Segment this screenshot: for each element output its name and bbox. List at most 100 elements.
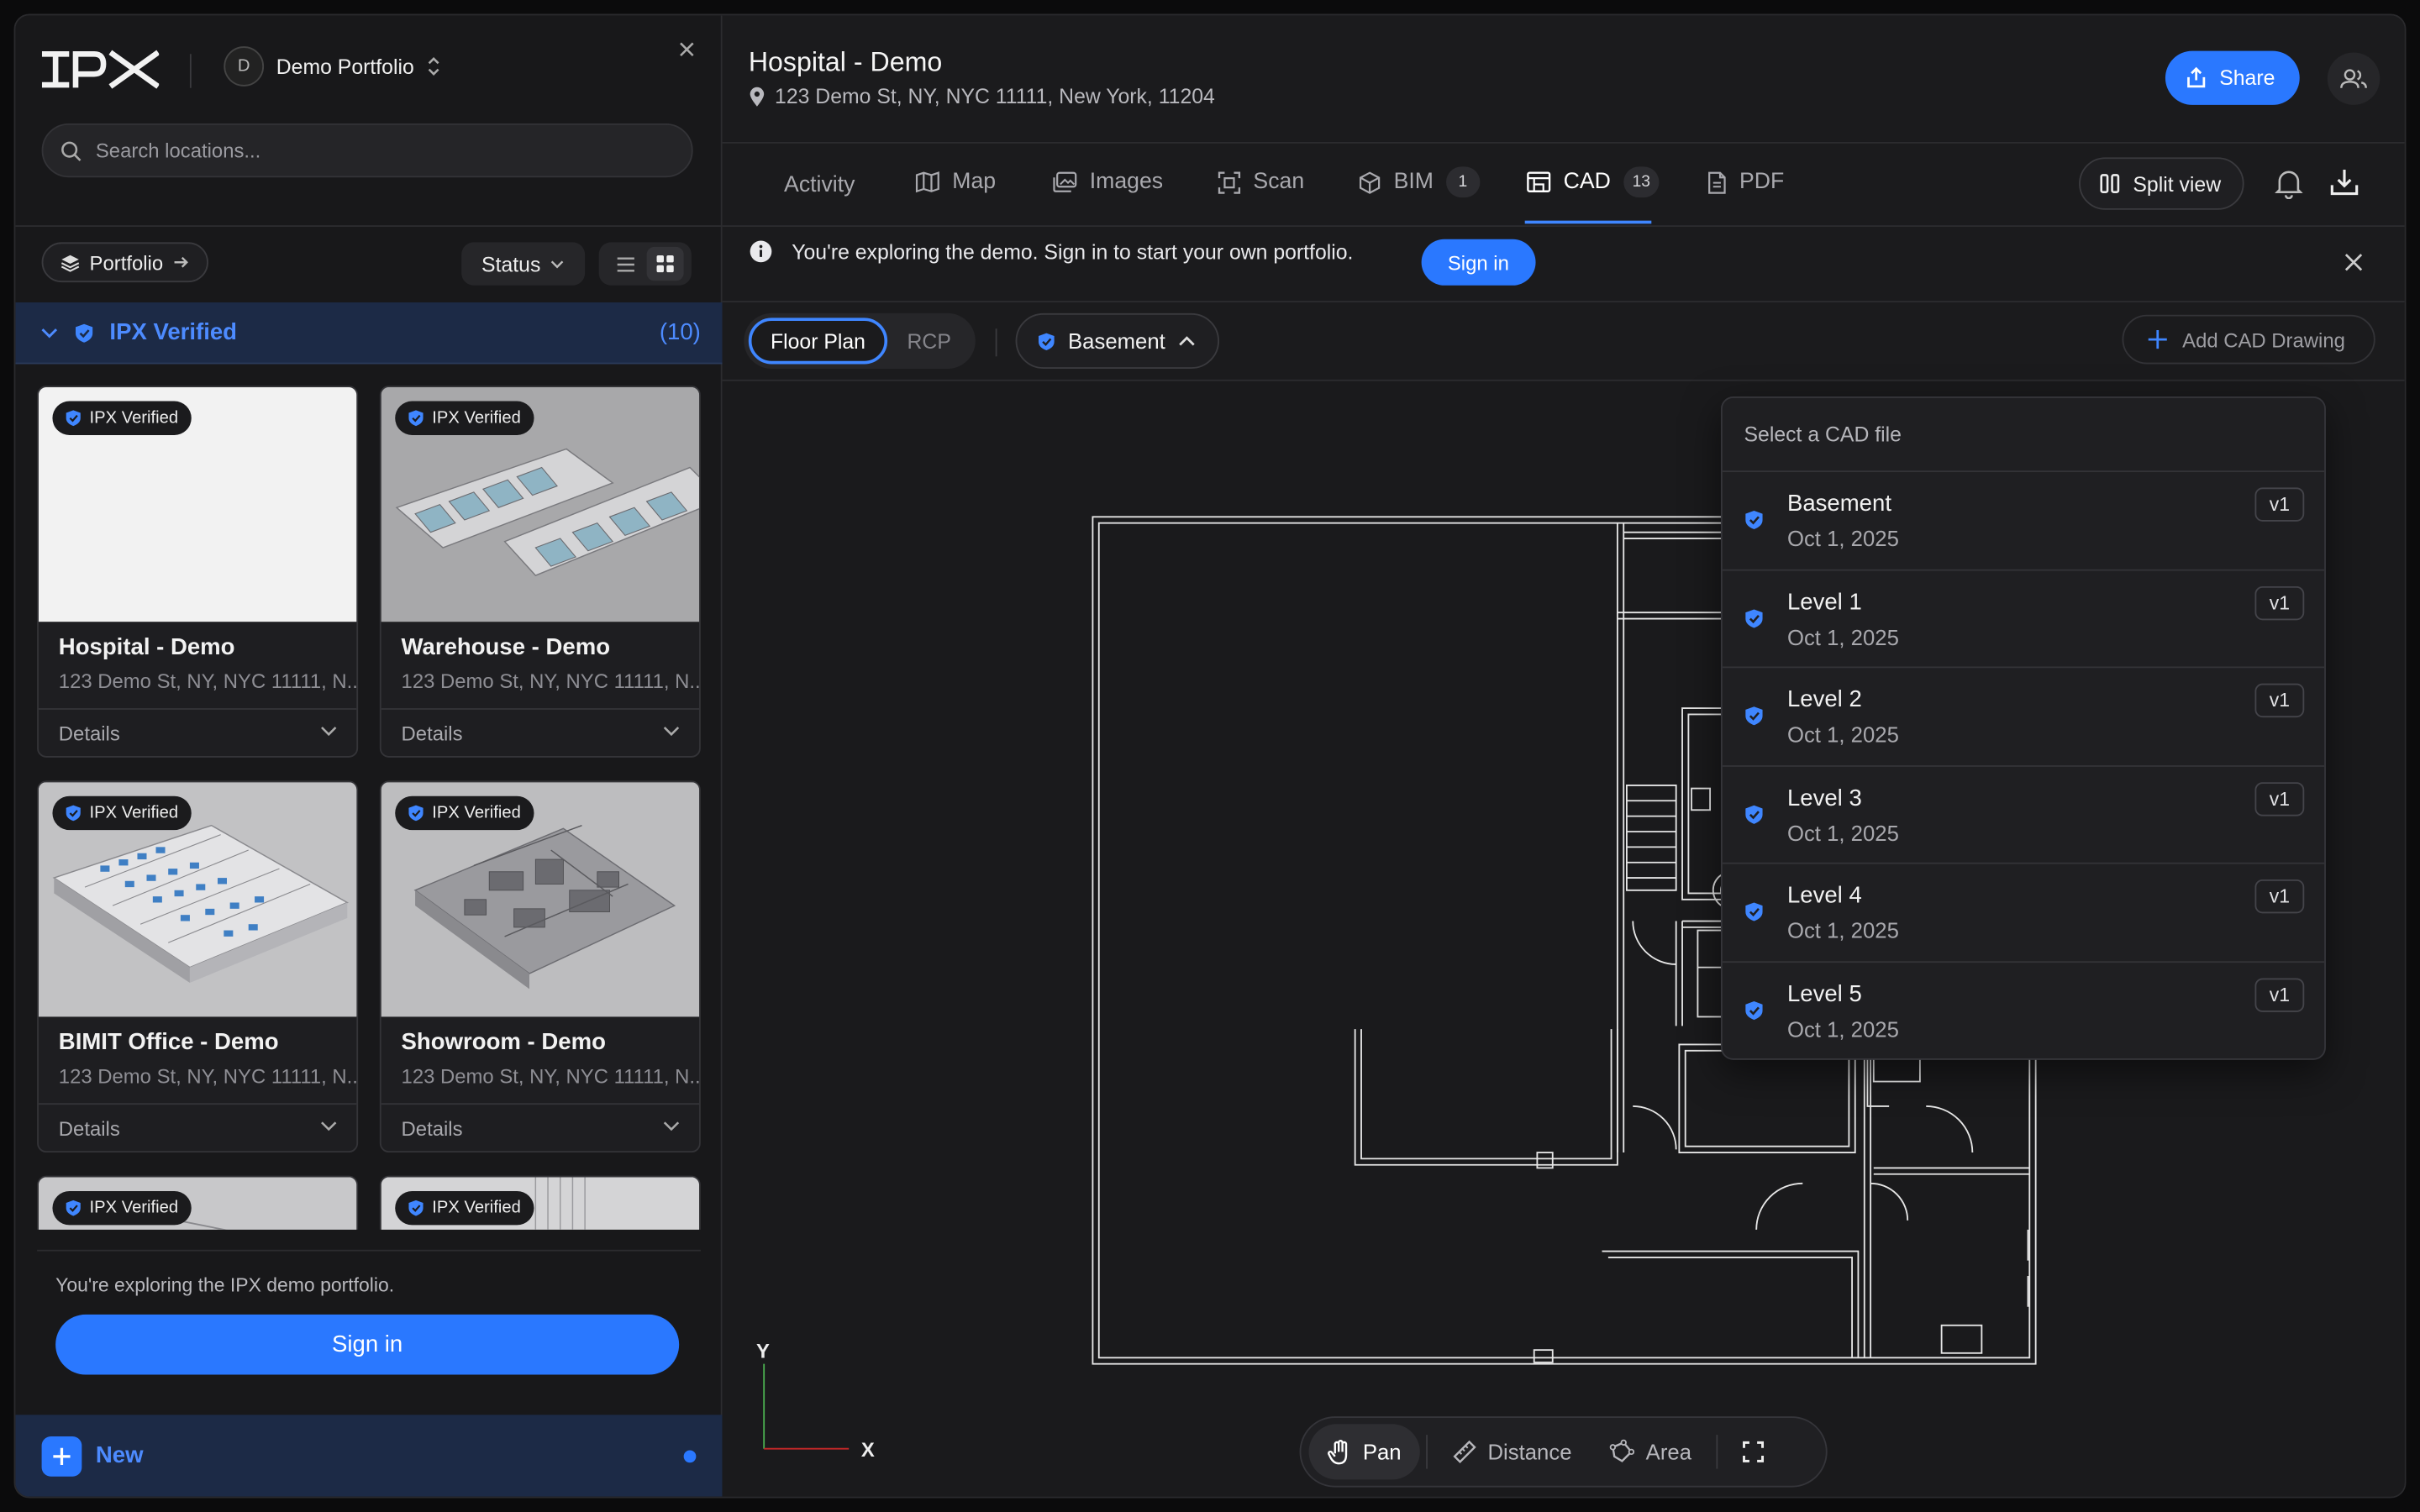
- fullscreen-button[interactable]: [1724, 1424, 1783, 1479]
- portfolio-button[interactable]: Portfolio: [41, 242, 208, 283]
- divider: [722, 225, 2405, 227]
- tab-activity[interactable]: Activity: [784, 170, 855, 201]
- tab-label: CAD: [1563, 170, 1611, 195]
- floor-plan-option[interactable]: Floor Plan: [748, 318, 888, 365]
- share-button[interactable]: Share: [2165, 50, 2300, 105]
- location-card[interactable]: IPX Verified: [379, 1175, 701, 1230]
- grid-view-button[interactable]: [646, 246, 684, 281]
- new-button[interactable]: New: [15, 1415, 723, 1497]
- collaborators-button[interactable]: [2327, 52, 2381, 105]
- cad-file-name: Level 3: [1786, 785, 1862, 811]
- split-view-button[interactable]: Split view: [2079, 157, 2244, 210]
- location-card-showroom[interactable]: IPX Verified Showroom - Demo 123 Demo St…: [379, 780, 701, 1153]
- divider: [722, 141, 2405, 144]
- cad-icon: [1527, 171, 1551, 193]
- dropdown-header: Select a CAD file: [1722, 398, 2325, 473]
- location-card-warehouse[interactable]: IPX Verified Warehouse - Demo 123 Demo S…: [379, 386, 701, 758]
- group-ipx-verified[interactable]: IPX Verified (10): [15, 302, 723, 365]
- portfolio-switcher[interactable]: D Demo Portfolio: [224, 46, 442, 87]
- cad-file-list: Basement Oct 1, 2025 v1 Level 1 Oct 1, 2025 v…: [1722, 472, 2325, 1058]
- ipx-logo[interactable]: [41, 50, 160, 90]
- rcp-option[interactable]: RCP: [887, 318, 971, 364]
- page-title: Hospital - Demo: [748, 46, 943, 77]
- tab-map[interactable]: Map: [915, 166, 996, 197]
- list-view-button[interactable]: [607, 247, 644, 281]
- verified-badge: IPX Verified: [52, 795, 192, 831]
- cad-file-item[interactable]: Basement Oct 1, 2025 v1: [1722, 472, 2325, 570]
- main-panel: Hospital - Demo 123 Demo St, NY, NYC 111…: [722, 15, 2405, 1497]
- hand-icon: [1328, 1439, 1352, 1465]
- add-cad-drawing-button[interactable]: Add CAD Drawing: [2122, 314, 2375, 365]
- badge-label: IPX Verified: [432, 803, 521, 822]
- app-window: D Demo Portfolio Portfolio Sta: [13, 13, 2407, 1499]
- cad-file-item[interactable]: Level 4 Oct 1, 2025 v1: [1722, 864, 2325, 963]
- layers-icon: [60, 252, 81, 272]
- search-input[interactable]: [95, 139, 652, 162]
- version-badge: v1: [2254, 684, 2305, 718]
- location-card[interactable]: IPX Verified: [37, 1175, 359, 1230]
- group-label: IPX Verified: [109, 319, 238, 346]
- close-icon[interactable]: [2343, 251, 2365, 273]
- location-card-hospital[interactable]: IPX Verified Hospital - Demo 123 Demo St…: [37, 386, 359, 758]
- cad-file-name: Level 1: [1786, 588, 1862, 616]
- version-badge: v1: [2254, 879, 2305, 915]
- close-sidebar-icon[interactable]: [676, 39, 697, 60]
- sign-in-button[interactable]: Sign in: [55, 1314, 680, 1375]
- notice-sign-in-button[interactable]: Sign in: [1421, 239, 1536, 286]
- tab-cad[interactable]: CAD 13: [1527, 166, 1660, 198]
- card-address: 123 Demo St, NY, NYC 11111, N...: [58, 1064, 359, 1088]
- cad-file-item[interactable]: Level 1 Oct 1, 2025 v1: [1722, 570, 2325, 669]
- divider: [1425, 1435, 1428, 1469]
- tab-pdf[interactable]: PDF: [1707, 166, 1784, 197]
- users-icon: [2339, 68, 2367, 90]
- portfolio-name: Demo Portfolio: [276, 55, 414, 78]
- ruler-icon: [1452, 1440, 1476, 1464]
- fullscreen-icon: [1742, 1441, 1765, 1463]
- cad-file-name: Basement: [1786, 491, 1892, 517]
- share-label: Share: [2219, 66, 2275, 90]
- badge-label: IPX Verified: [432, 408, 521, 428]
- location-card-bimit-office[interactable]: IPX Verified BIMIT Office - Demo 123 Dem…: [37, 780, 359, 1153]
- verified-badge: IPX Verified: [395, 401, 535, 435]
- version-badge: v1: [2254, 781, 2305, 816]
- area-tool[interactable]: Area: [1591, 1424, 1710, 1479]
- card-details-toggle[interactable]: Details: [59, 1117, 120, 1141]
- download-icon[interactable]: [2329, 166, 2360, 197]
- version-badge: v1: [2254, 585, 2305, 620]
- map-icon: [915, 171, 939, 193]
- card-address: 123 Demo St, NY, NYC 11111, N...: [58, 669, 359, 693]
- cad-file-item[interactable]: Level 2 Oct 1, 2025 v1: [1722, 669, 2325, 767]
- verified-badge: IPX Verified: [395, 795, 535, 831]
- cad-file-item[interactable]: Level 3 Oct 1, 2025 v1: [1722, 766, 2325, 865]
- cad-file-item[interactable]: Level 5 Oct 1, 2025 v1: [1723, 963, 2324, 1058]
- tab-count-badge: 13: [1623, 166, 1660, 198]
- card-details-toggle[interactable]: Details: [402, 1117, 463, 1141]
- selected-level-label: Basement: [1068, 328, 1165, 354]
- chevron-up-icon: [1178, 335, 1197, 348]
- pan-tool[interactable]: Pan: [1308, 1424, 1420, 1480]
- tab-scan[interactable]: Scan: [1218, 166, 1304, 197]
- grid-icon: [656, 255, 675, 273]
- cad-file-select[interactable]: Basement: [1015, 312, 1220, 369]
- tab-label: Map: [952, 170, 997, 195]
- shield-check-icon: [66, 805, 81, 822]
- divider: [722, 301, 2405, 302]
- shield-check-icon: [408, 805, 424, 822]
- shield-check-icon: [408, 1200, 424, 1216]
- bell-icon[interactable]: [2275, 168, 2303, 199]
- location-address: 123 Demo St, NY, NYC 11111, New York, 11…: [749, 85, 1215, 108]
- demo-portfolio-text: You're exploring the IPX demo portfolio.: [55, 1274, 395, 1296]
- card-details-toggle[interactable]: Details: [59, 722, 120, 746]
- tab-label: BIM: [1393, 170, 1434, 195]
- add-cad-label: Add CAD Drawing: [2182, 328, 2345, 351]
- distance-tool[interactable]: Distance: [1434, 1424, 1590, 1479]
- badge-label: IPX Verified: [89, 803, 179, 822]
- arrow-right-icon: [172, 255, 189, 270]
- x-axis-label: X: [860, 1437, 875, 1462]
- tab-label: Activity: [784, 172, 855, 198]
- tab-images[interactable]: Images: [1053, 166, 1163, 197]
- card-details-toggle[interactable]: Details: [402, 722, 463, 746]
- status-filter[interactable]: Status: [461, 242, 586, 286]
- tab-bim[interactable]: BIM 1: [1358, 166, 1481, 198]
- divider: [38, 708, 357, 710]
